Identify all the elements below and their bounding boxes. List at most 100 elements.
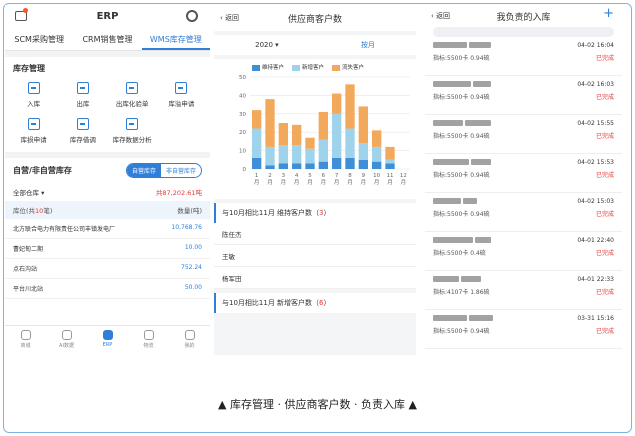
x-tick-label: 8	[348, 173, 352, 179]
bar-chart-svg: 010203040501月2月3月4月5月6月7月8月9月10月11月12月	[239, 75, 410, 186]
bar-segment	[318, 161, 328, 169]
module-tabs: SCM采购管理 CRM销售管理 WMS库存管理	[5, 31, 210, 51]
inbound-list: 04-02 16:04 指标:5500卡 0.94硫 已完成 04-02 16:03…	[425, 37, 622, 349]
tab-wms[interactable]: WMS库存管理	[141, 31, 210, 50]
bar-segment	[372, 146, 382, 162]
item-date: 04-02 15:03	[577, 198, 614, 205]
status-badge: 已完成	[595, 133, 614, 140]
status-badge: 已完成	[595, 94, 614, 101]
bar-segment	[345, 128, 355, 158]
analysis-icon	[126, 118, 139, 130]
grid-item-stock-analysis[interactable]: 库存数据分析	[108, 116, 157, 152]
item-spec: 指标:5500卡 0.94硫	[433, 328, 490, 335]
self-stock-button[interactable]: 自营库存	[126, 164, 161, 177]
table-row[interactable]: 点石沟站 752.24	[5, 259, 210, 279]
list-item[interactable]: 04-01 22:40 指标:5500卡 0.4硫 已完成	[425, 232, 622, 271]
bar-segment	[305, 137, 315, 149]
add-button[interactable]: +	[603, 6, 614, 21]
x-tick-unit: 月	[334, 179, 340, 186]
ai-icon	[61, 330, 72, 340]
x-tick-unit: 月	[321, 179, 327, 186]
item-date: 04-01 22:33	[577, 276, 614, 283]
table-row[interactable]: 曹妃甸二期 10.00	[5, 239, 210, 259]
chart-legend: 维持客户 新增客户 流失客户	[214, 59, 416, 71]
bar-segment	[345, 84, 355, 129]
x-tick-label: 11	[387, 173, 394, 179]
erp-icon	[102, 330, 113, 340]
user-icon	[184, 330, 195, 340]
list-item[interactable]: 04-01 22:33 指标:4107卡 1.86硫 已完成	[425, 271, 622, 310]
redacted-name	[470, 159, 491, 165]
list-item[interactable]: 04-02 15:53 指标:5500卡 0.94硫 已完成	[425, 154, 622, 193]
list-item[interactable]: 04-02 16:03 指标:5500卡 0.94硫 已完成	[425, 76, 622, 115]
nav-mall[interactable]: 商城	[5, 326, 46, 355]
bar-segment	[318, 111, 328, 140]
status-badge: 已完成	[595, 289, 614, 296]
list-item[interactable]: 04-02 15:55 指标:5500卡 0.94硫 已完成	[425, 115, 622, 154]
table-row[interactable]: 平台川北站 50.00	[5, 279, 210, 299]
settings-gear-icon[interactable]	[186, 10, 198, 22]
tab-crm[interactable]: CRM销售管理	[73, 31, 141, 50]
year-select[interactable]: 2020 ▾	[255, 41, 279, 49]
page-title: ERP	[96, 11, 119, 22]
bar-segment	[332, 93, 342, 114]
nav-logistics[interactable]: 物流	[128, 326, 169, 355]
table-row[interactable]: 北方联合电力有限责任公司丰镇发电厂 10,768.76	[5, 219, 210, 239]
table-header: 库位(共10笔) 数量(吨)	[5, 201, 210, 219]
bar-segment	[292, 145, 302, 164]
redacted-name	[433, 120, 463, 126]
grid-item-loss-apply[interactable]: 库损申请	[9, 116, 58, 152]
col-quantity: 数量(吨)	[177, 207, 202, 215]
tab-scm[interactable]: SCM采购管理	[5, 31, 73, 50]
by-month-button[interactable]: 按月	[361, 40, 375, 50]
list-item[interactable]: 03-31 15:16 指标:5500卡 0.94硫 已完成	[425, 310, 622, 349]
redacted-name	[433, 315, 467, 321]
bar-segment	[345, 157, 355, 169]
bar-segment	[358, 159, 368, 169]
nav-erp[interactable]: ERP	[87, 326, 128, 355]
redacted-name	[474, 237, 491, 243]
search-input[interactable]	[433, 27, 614, 37]
x-tick-label: 2	[268, 173, 272, 179]
bar-segment	[372, 161, 382, 169]
item-date: 04-02 15:53	[577, 159, 614, 166]
transfer-icon	[76, 118, 89, 130]
redacted-name	[472, 81, 491, 87]
list-item[interactable]: 04-02 15:03 指标:5500卡 0.94硫 已完成	[425, 193, 622, 232]
item-date: 04-02 16:03	[577, 81, 614, 88]
home-icon	[20, 330, 31, 340]
section-title: 库存管理	[13, 64, 45, 73]
x-tick-unit: 月	[307, 179, 313, 186]
erp-top-bar: ERP	[5, 5, 210, 31]
warehouse-select[interactable]: 全部仓库 ▾	[13, 187, 44, 197]
list-item[interactable]: 杨军田	[214, 267, 416, 289]
status-badge: 已完成	[595, 55, 614, 62]
item-spec: 指标:5500卡 0.94硫	[433, 133, 490, 140]
bar-segment	[372, 130, 382, 147]
grid-item-outbound-lab[interactable]: 出库化验单	[108, 80, 157, 116]
grid-item-stock-transfer[interactable]: 库存借调	[58, 116, 107, 152]
list-item[interactable]: 04-02 16:04 指标:5500卡 0.94硫 已完成	[425, 37, 622, 76]
nav-mine[interactable]: 我的	[169, 326, 210, 355]
redacted-name	[433, 81, 471, 87]
item-spec: 指标:4107卡 1.86硫	[433, 289, 490, 296]
outbound-icon	[76, 82, 89, 94]
x-tick-label: 1	[255, 173, 258, 179]
grid-item-overflow-apply[interactable]: 库溢申请	[157, 80, 206, 116]
bar-segment	[265, 165, 275, 169]
filter-bar: 2020 ▾ 按月	[214, 35, 416, 55]
item-spec: 指标:5500卡 0.94硫	[433, 94, 490, 101]
redacted-name	[460, 276, 481, 282]
new-compare: 与10月相比11月 新增客户数（6）	[214, 293, 416, 313]
non-self-stock-button[interactable]: 非自营库存	[161, 164, 201, 177]
nav-ai-data[interactable]: AI数据	[46, 326, 87, 355]
list-item[interactable]: 王敏	[214, 245, 416, 267]
list-item[interactable]: 陈任杰	[214, 223, 416, 245]
grid-item-outbound[interactable]: 出库	[58, 80, 107, 116]
bar-segment	[332, 113, 342, 158]
x-tick-label: 6	[322, 173, 326, 179]
grid-item-inbound[interactable]: 入库	[9, 80, 58, 116]
x-tick-label: 12	[400, 173, 407, 179]
y-tick-label: 30	[239, 112, 246, 118]
item-spec: 指标:5500卡 0.94硫	[433, 55, 490, 62]
